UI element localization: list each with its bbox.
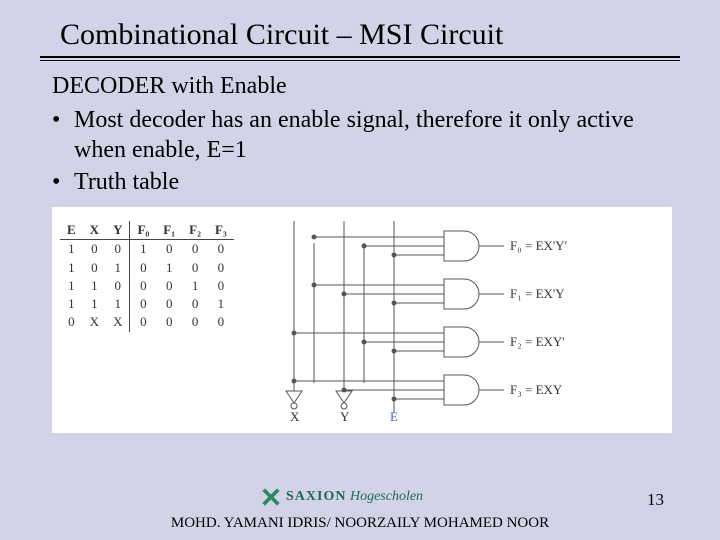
table-cell: 0 [60, 313, 83, 331]
table-cell: 0 [83, 240, 106, 259]
input-label-y: Y [340, 409, 350, 423]
table-cell: 0 [130, 295, 156, 313]
table-cell: 1 [83, 295, 106, 313]
table-row: 1110001 [60, 295, 234, 313]
table-cell: 0 [156, 240, 182, 259]
table-row: 1010100 [60, 259, 234, 277]
table-cell: 0 [156, 277, 182, 295]
table-cell: 0 [182, 259, 208, 277]
table-cell: 1 [60, 259, 83, 277]
body-content: DECODER with Enable • Most decoder has a… [0, 61, 720, 433]
table-cell: 1 [208, 295, 234, 313]
table-cell: 0 [130, 259, 156, 277]
table-cell: X [83, 313, 106, 331]
logo: SAXION Hogescholen [260, 486, 423, 508]
table-cell: 1 [156, 259, 182, 277]
section-heading: DECODER with Enable [52, 71, 672, 101]
input-label-e: E [390, 409, 398, 423]
figure-row: E X Y F₀ F₁ F₂ F₃ 1001000101010011000101… [52, 207, 672, 433]
page-number: 13 [647, 490, 664, 510]
bullet-text: Most decoder has an enable signal, there… [74, 105, 672, 165]
truth-table: E X Y F₀ F₁ F₂ F₃ 1001000101010011000101… [60, 213, 234, 423]
title-rule-thick [40, 56, 680, 58]
table-cell: 0 [182, 295, 208, 313]
table-cell: 1 [130, 240, 156, 259]
table-cell: 0 [208, 259, 234, 277]
table-cell: 1 [182, 277, 208, 295]
gate-output-label: F₀ = EX'Y' [510, 238, 567, 253]
table-cell: 0 [182, 240, 208, 259]
table-row: 1001000 [60, 240, 234, 259]
slide-title: Combinational Circuit – MSI Circuit [0, 0, 720, 56]
table-cell: 0 [156, 313, 182, 331]
table-cell: 0 [83, 259, 106, 277]
gate-output-label: F₃ = EXY [510, 382, 563, 397]
gate-output-label: F₁ = EX'Y [510, 286, 565, 301]
footer-author: MOHD. YAMANI IDRIS/ NOORZAILY MOHAMED NO… [0, 515, 720, 532]
table-cell: 0 [208, 277, 234, 295]
bullet-marker: • [52, 167, 74, 197]
table-cell: 0 [130, 277, 156, 295]
bullet-marker: • [52, 105, 74, 165]
gate-output-label: F₂ = EXY' [510, 334, 565, 349]
circuit-diagram: F₀ = EX'Y' F₁ = EX'Y F₂ = EXY' F₃ = EXY X Y… [234, 213, 668, 423]
table-cell: 0 [208, 240, 234, 259]
table-cell: 0 [130, 313, 156, 331]
logo-sub: Hogescholen [350, 489, 423, 504]
table-row: 0XX0000 [60, 313, 234, 331]
table-cell: X [106, 313, 130, 331]
bullet-item: • Truth table [52, 167, 672, 197]
table-cell: 1 [60, 295, 83, 313]
table-cell: 0 [106, 240, 130, 259]
table-cell: 0 [182, 313, 208, 331]
table-row: 1100010 [60, 277, 234, 295]
bullet-item: • Most decoder has an enable signal, the… [52, 105, 672, 165]
logo-brand: SAXION [286, 489, 346, 504]
table-cell: 1 [106, 259, 130, 277]
table-cell: 0 [106, 277, 130, 295]
logo-icon [260, 486, 282, 508]
table-cell: 1 [60, 240, 83, 259]
table-cell: 1 [83, 277, 106, 295]
table-cell: 0 [156, 295, 182, 313]
table-cell: 1 [60, 277, 83, 295]
bullet-text: Truth table [74, 167, 672, 197]
table-cell: 0 [208, 313, 234, 331]
input-label-x: X [290, 409, 300, 423]
table-cell: 1 [106, 295, 130, 313]
